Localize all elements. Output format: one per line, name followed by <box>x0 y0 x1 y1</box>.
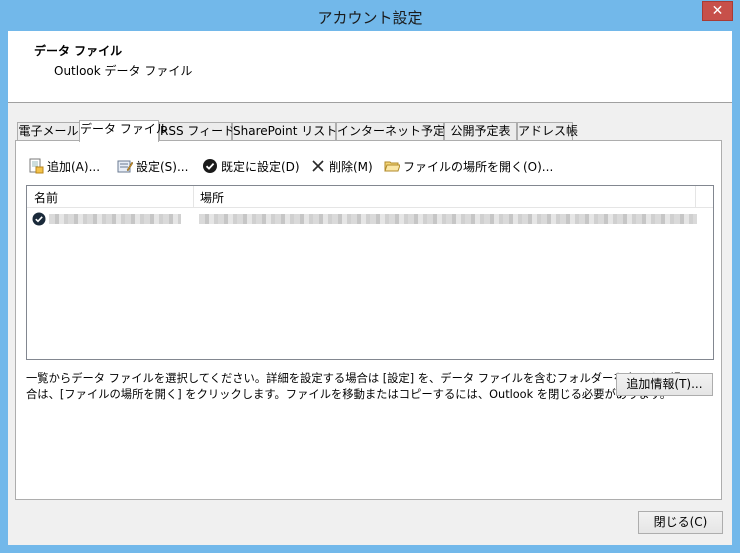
add-button[interactable]: 追加(A)... <box>28 156 100 176</box>
redacted-file-name <box>49 214 181 224</box>
add-file-icon <box>28 158 44 174</box>
tab-published-calendars[interactable]: 公開予定表 <box>444 122 517 141</box>
data-files-panel: 追加(A)... 設定(S)... 既定に設定(D) 削除(M) ファイルの場所… <box>15 140 722 500</box>
instructions-line-1: 一覧からデータ ファイルを選択してください。詳細を設定する場合は [設定] を、… <box>26 372 682 385</box>
header-subtitle: Outlook データ ファイル <box>54 64 193 78</box>
redacted-file-location <box>199 214 697 224</box>
default-file-check-icon <box>32 212 46 226</box>
column-header-name[interactable]: 名前 <box>34 189 58 206</box>
dialog-client-area: データ ファイル Outlook データ ファイル 電子メール データ ファイル… <box>8 31 732 545</box>
data-files-list[interactable]: 名前 場所 <box>26 185 714 360</box>
delete-button-label: 削除(M) <box>329 159 373 174</box>
more-info-button[interactable]: 追加情報(T)... <box>616 373 713 396</box>
dialog-header: データ ファイル Outlook データ ファイル <box>8 31 732 103</box>
tab-data-files[interactable]: データ ファイル <box>79 120 168 142</box>
title-bar: アカウント設定 ✕ <box>0 0 740 32</box>
column-header-location[interactable]: 場所 <box>200 189 224 206</box>
tab-address-books[interactable]: アドレス帳 <box>517 122 578 141</box>
set-default-button[interactable]: 既定に設定(D) <box>202 156 300 176</box>
list-item[interactable] <box>27 210 713 228</box>
set-default-label: 既定に設定(D) <box>221 159 300 174</box>
close-button[interactable]: 閉じる(C) <box>638 511 723 534</box>
instructions-line-2: 合は、[ファイルの場所を開く] をクリックします。ファイルを移動またはコピーする… <box>26 388 672 401</box>
header-title: データ ファイル <box>34 44 123 58</box>
settings-button-label: 設定(S)... <box>136 159 189 174</box>
open-file-location-label: ファイルの場所を開く(O)... <box>403 159 554 174</box>
settings-icon <box>117 158 134 174</box>
settings-button[interactable]: 設定(S)... <box>117 156 188 176</box>
tab-rss-feeds[interactable]: RSS フィード <box>159 122 235 141</box>
column-divider[interactable] <box>193 186 194 208</box>
tab-internet-calendars[interactable]: インターネット予定表 <box>336 122 457 141</box>
list-header: 名前 場所 <box>27 186 713 208</box>
checkmark-circle-icon <box>202 158 218 174</box>
tab-email[interactable]: 電子メール <box>17 122 80 141</box>
tab-sharepoint-lists[interactable]: SharePoint リスト <box>232 122 337 141</box>
delete-x-icon <box>310 158 326 174</box>
close-window-button[interactable]: ✕ <box>702 1 733 21</box>
open-file-location-button[interactable]: ファイルの場所を開く(O)... <box>384 156 553 176</box>
add-button-label: 追加(A)... <box>47 159 101 174</box>
instructions-text: 一覧からデータ ファイルを選択してください。詳細を設定する場合は [設定] を、… <box>26 371 682 403</box>
column-divider[interactable] <box>695 186 696 208</box>
folder-icon <box>384 158 401 174</box>
account-settings-window: アカウント設定 ✕ データ ファイル Outlook データ ファイル 電子メー… <box>0 0 740 553</box>
window-title: アカウント設定 <box>317 9 423 27</box>
delete-button[interactable]: 削除(M) <box>310 156 373 176</box>
